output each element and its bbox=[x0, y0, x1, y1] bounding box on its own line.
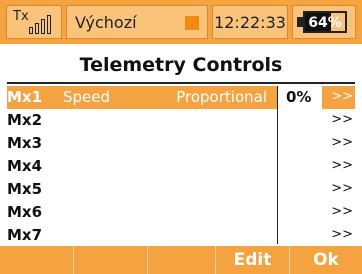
row-expand-arrow[interactable]: >> bbox=[331, 135, 353, 150]
tx-signal-indicator: Tx bbox=[6, 5, 62, 39]
list-item-mx3[interactable]: Mx3 >> bbox=[7, 132, 355, 155]
list-item-mx6[interactable]: Mx6 >> bbox=[7, 201, 355, 224]
value-column-divider bbox=[277, 86, 278, 244]
page-title: Telemetry Controls bbox=[79, 54, 283, 76]
row-expand-arrow[interactable]: >> bbox=[331, 204, 353, 219]
row-name: Mx7 bbox=[7, 226, 43, 244]
row-value: 0% bbox=[286, 88, 312, 106]
row-sensor[interactable]: Speed bbox=[63, 88, 110, 106]
list-item-mx2[interactable]: Mx2 >> bbox=[7, 109, 355, 132]
row-expand-arrow[interactable]: >> bbox=[331, 181, 353, 196]
list-item-mx1[interactable]: Mx1 Speed Proportional 0% >> bbox=[7, 86, 355, 109]
row-value-cell[interactable]: 0% >> bbox=[278, 86, 355, 109]
clock-time: 12:22:33 bbox=[214, 13, 286, 32]
edit-button[interactable]: Edit bbox=[216, 246, 290, 274]
model-name: Výchozí bbox=[75, 13, 137, 32]
status-bar: Tx Výchozí 12:22:33 64% bbox=[0, 0, 362, 44]
model-indicator: Výchozí bbox=[66, 5, 208, 39]
softkey-bar: Edit Ok bbox=[0, 246, 362, 274]
row-value-cell[interactable]: >> bbox=[278, 224, 355, 244]
row-value-cell[interactable]: >> bbox=[278, 109, 355, 132]
row-value-cell[interactable]: >> bbox=[278, 178, 355, 201]
softkey-3[interactable] bbox=[148, 246, 216, 274]
row-expand-arrow[interactable]: >> bbox=[331, 89, 353, 104]
row-name: Mx5 bbox=[7, 180, 43, 198]
list-item-mx7[interactable]: Mx7 >> bbox=[7, 224, 355, 244]
row-name: Mx6 bbox=[7, 203, 43, 221]
row-name: Mx1 bbox=[7, 88, 43, 106]
row-name: Mx4 bbox=[7, 157, 43, 175]
battery-indicator: 64% bbox=[292, 5, 356, 39]
ok-button[interactable]: Ok bbox=[290, 246, 362, 274]
row-mode[interactable]: Proportional bbox=[176, 88, 267, 106]
row-expand-arrow[interactable]: >> bbox=[331, 158, 353, 173]
list-item-mx4[interactable]: Mx4 >> bbox=[7, 155, 355, 178]
softkey-2[interactable] bbox=[74, 246, 148, 274]
title-divider bbox=[7, 82, 355, 84]
row-expand-arrow[interactable]: >> bbox=[331, 227, 353, 242]
clock: 12:22:33 bbox=[212, 5, 288, 39]
signal-bars-icon bbox=[29, 12, 59, 34]
list-item-mx5[interactable]: Mx5 >> bbox=[7, 178, 355, 201]
telemetry-control-list[interactable]: Mx1 Speed Proportional 0% >> Mx2 >> Mx3 … bbox=[7, 86, 355, 244]
model-color-square bbox=[185, 16, 199, 30]
row-value-cell[interactable]: >> bbox=[278, 132, 355, 155]
battery-percent: 64% bbox=[308, 15, 342, 31]
tx-label: Tx bbox=[13, 9, 29, 24]
row-value-cell[interactable]: >> bbox=[278, 201, 355, 224]
row-name: Mx3 bbox=[7, 134, 43, 152]
row-expand-arrow[interactable]: >> bbox=[331, 112, 353, 127]
row-value-cell[interactable]: >> bbox=[278, 155, 355, 178]
row-name: Mx2 bbox=[7, 111, 43, 129]
softkey-1[interactable] bbox=[0, 246, 74, 274]
battery-icon: 64% bbox=[303, 11, 347, 33]
